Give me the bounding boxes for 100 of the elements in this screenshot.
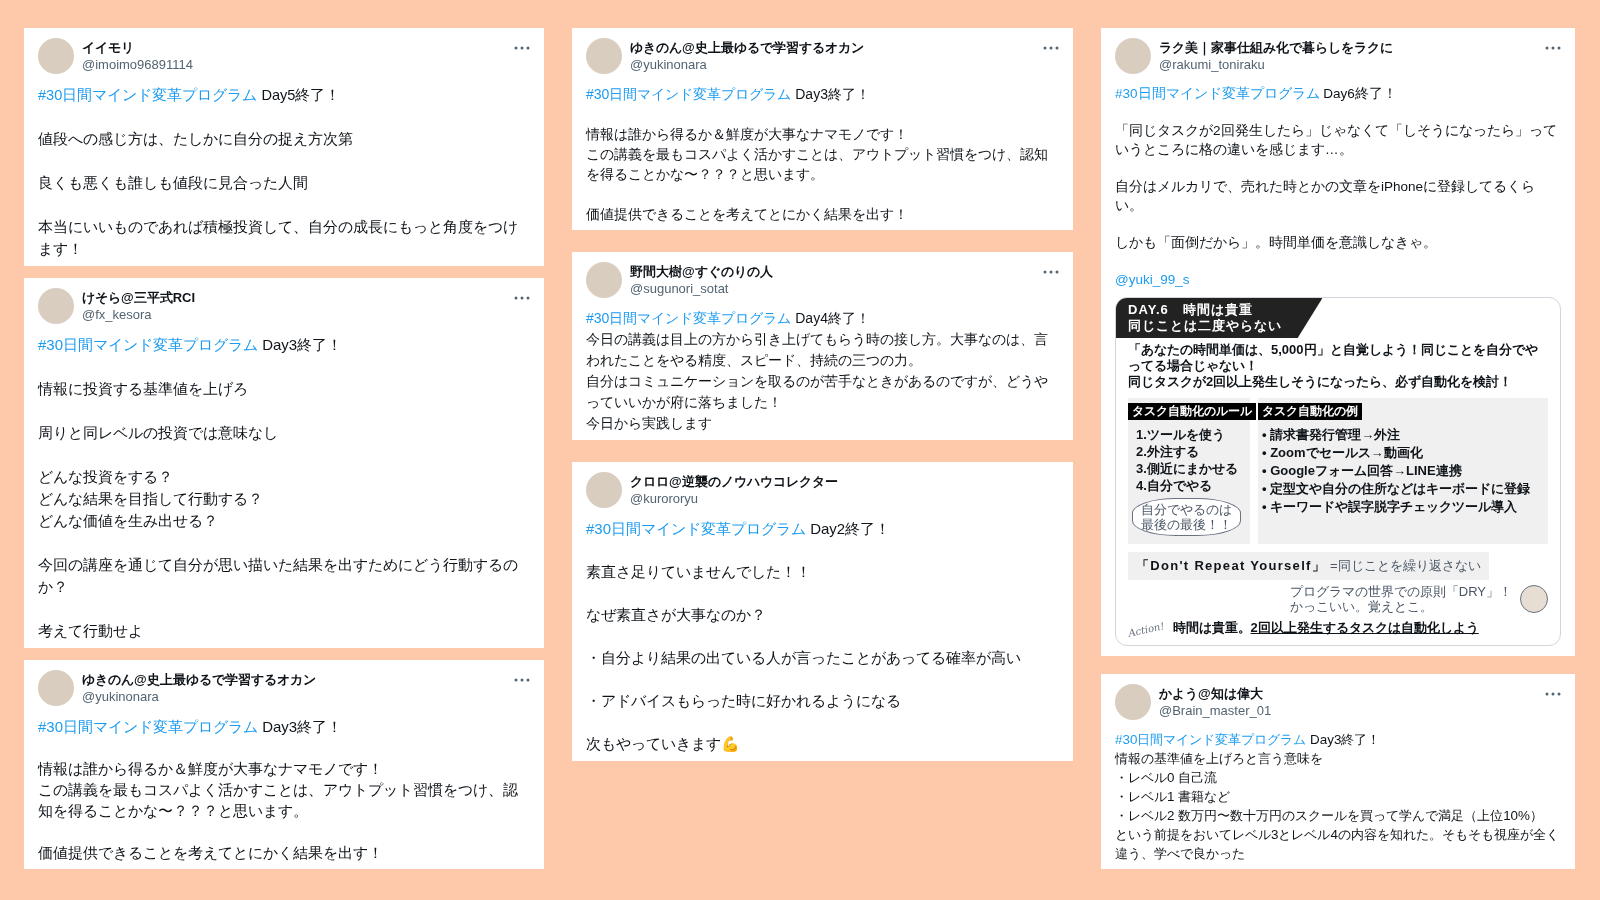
hashtag-link[interactable]: #30日間マインド変革プログラム [586, 520, 807, 537]
display-name: ラク美｜家事仕組み化で暮らしをラクに [1159, 39, 1394, 56]
more-icon[interactable] [1043, 270, 1059, 274]
side-note: かっこいい。覚えとこ。 [1289, 598, 1434, 614]
tweet-text: しかも「面倒だから」。時間単価を意識しなきゃ。 [1115, 234, 1438, 252]
more-icon[interactable] [514, 678, 530, 682]
example-item: • 定型文や自分の住所などはキーボードに登録 [1262, 480, 1531, 498]
tweet-text: ・レベル0 自己流 [1115, 769, 1219, 787]
tweet-text: 周りと同レベルの投資では意味なし [38, 423, 279, 443]
slide-text: 同じタスクが2回以上発生しそうになったら、必ず自動化を検討！ [1128, 374, 1514, 390]
avatar [38, 670, 74, 706]
tweet-text: #30日間マインド変革プログラム Day3終了！ [1115, 731, 1382, 749]
more-icon[interactable] [1545, 46, 1561, 50]
tweet-text: どんな価値を生み出せる？ [38, 511, 219, 531]
user-handle: @kurororyu [630, 490, 700, 507]
tweet-text: なぜ素直さが大事なのか？ [586, 605, 767, 625]
display-name: かよう@知は偉大 [1159, 685, 1264, 702]
tweet-text: 今回の講座を通じて自分が思い描いた結果を出すためにどう行動するのか？ [38, 555, 519, 597]
slide-title: 同じことは二度やらない [1128, 318, 1283, 334]
user-handle: @Brain_master_01 [1159, 702, 1273, 719]
tweet-text: この講義を最もコスパよく活かすことは、アウトプット習慣をつけ、認知を得ることかな〜？？？と思います。 [586, 145, 1049, 184]
bubble-text: 最後の最後！！ [1141, 517, 1232, 532]
tweet-text: 情報の基準値を上げろと言う意味を [1115, 750, 1324, 768]
tweet-text: 自分はコミュニケーションを取るのが苦手なときがあるのですが、どうやっていいかが府に落ちました！ [586, 372, 1049, 412]
tweet-text: 素直さ足りていませんでした！！ [586, 562, 812, 582]
user-handle: @rakumi_toniraku [1159, 56, 1266, 73]
avatar [1115, 684, 1151, 720]
tweet-text: #30日間マインド変革プログラム Day3終了！ [38, 335, 344, 355]
more-icon[interactable] [514, 46, 530, 50]
tweet-text: ・レベル2 数万円〜数十万円のスクールを買って学んで満足（上位10%） [1115, 807, 1544, 825]
tweet-text: 値段への感じ方は、たしかに自分の捉え方次第 [38, 130, 354, 149]
rule-item: 4.自分でやる [1136, 477, 1212, 494]
avatar [586, 262, 622, 298]
tweet-text: 今日から実践します [586, 414, 713, 433]
user-handle: @yukinonara [630, 56, 708, 73]
tweet-text: 考えて行動せよ [38, 621, 144, 641]
avatar [38, 38, 74, 74]
slide-title: DAY.6 時間は貴重 [1128, 302, 1255, 318]
hashtag-link[interactable]: #30日間マインド変革プログラム [38, 718, 259, 735]
tweet-text: という前提をおいてレベル3とレベル4の内容を知れた。そもそも視座が全く違う、学べで良かった [1115, 826, 1560, 863]
hashtag-link[interactable]: #30日間マインド変革プログラム [38, 87, 258, 103]
rule-item: 2.外注する [1136, 443, 1199, 460]
tweet-text: 今日の講義は目上の方から引き上げてもらう時の接し方。大事なのは、言われたことをやる精度、スピード、持続の三つの力。 [586, 330, 1049, 370]
avatar [1520, 584, 1548, 613]
display-name: クロロ@逆襲のノウハウコレクター [630, 473, 839, 490]
tweet-text: #30日間マインド変革プログラム Day6終了！ [1115, 85, 1398, 103]
user-handle: @yukinonara [82, 688, 160, 705]
mention-link[interactable]: @yuki_99_s [1115, 270, 1190, 289]
user-handle: @sugunori_sotat [630, 280, 730, 297]
side-note: プログラマの世界での原則「DRY」！ [1289, 583, 1512, 599]
tweet-text: この講義を最もコスパよく活かすことは、アウトプット習慣をつけ、認知を得ることかな〜？？？と思います。 [38, 780, 519, 821]
motto-text: 「Don't Repeat Yourself」 [1136, 557, 1326, 575]
avatar [586, 38, 622, 74]
user-handle: @imoimo96891114 [82, 56, 194, 73]
display-name: ゆきのん@史上最ゆるで学習するオカン [82, 671, 317, 688]
tweet-text: 良くも悪くも誰しも値段に見合った人間 [38, 174, 309, 193]
tweet-text: #30日間マインド変革プログラム Day3終了！ [38, 717, 344, 737]
display-name: ゆきのん@史上最ゆるで学習するオカン [630, 39, 865, 56]
rule-item: 3.側近にまかせる [1136, 460, 1238, 477]
avatar [1115, 38, 1151, 74]
handwritten-signature: Action! [1126, 619, 1166, 641]
tweet-text: 価値提供できることを考えてとにかく結果を出す！ [586, 205, 909, 224]
more-icon[interactable] [1545, 692, 1561, 696]
tweet-text: #30日間マインド変革プログラム Day3終了！ [586, 85, 871, 104]
user-handle: @fx_kesora [82, 306, 153, 323]
rules-heading: タスク自動化のルール [1128, 403, 1256, 420]
avatar [38, 288, 74, 324]
examples-heading: タスク自動化の例 [1258, 403, 1362, 420]
tweet-text: 「同じタスクが2回発生したら」じゃなくて「しそうになったら」っていうところに格の違いを感じます…。 [1115, 122, 1558, 159]
hashtag-link[interactable]: #30日間マインド変革プログラム [1115, 732, 1307, 747]
example-item: • Zoomでセールス→動画化 [1262, 444, 1423, 462]
tweet-text: どんな投資をする？ [38, 467, 174, 487]
tweet-text: 価値提供できることを考えてとにかく結果を出す！ [38, 843, 384, 863]
example-item: • 請求書発行管理→外注 [1262, 426, 1401, 444]
display-name: 野間大樹@すぐのりの人 [630, 263, 774, 280]
tweet-text: 情報に投資する基準値を上げろ [38, 379, 249, 399]
tweet-text: ・自分より結果の出ている人が言ったことがあってる確率が高い [586, 648, 1022, 668]
tweet-text: 情報は誰から得るか＆鮮度が大事なナマモノです！ [586, 125, 909, 144]
motto-note: =同じことを繰り返さない [1330, 557, 1481, 575]
bubble-text: 自分でやるのは [1141, 502, 1232, 517]
more-icon[interactable] [514, 296, 530, 300]
avatar [586, 472, 622, 508]
tweet-text: 本当にいいものであれば積極投資して、自分の成長にもっと角度をつけます！ [38, 218, 519, 259]
tweet-text: #30日間マインド変革プログラム Day2終了！ [586, 519, 892, 539]
tweet-text: #30日間マインド変革プログラム Day4終了！ [586, 309, 871, 328]
hashtag-link[interactable]: #30日間マインド変革プログラム [586, 310, 792, 326]
display-name: イイモリ [82, 39, 135, 56]
more-icon[interactable] [1043, 46, 1059, 50]
example-item: • キーワードや誤字脱字チェックツール導入 [1262, 498, 1518, 516]
tweet-text: どんな結果を目指して行動する？ [38, 489, 264, 509]
tweet-text: #30日間マインド変革プログラム Day5終了！ [38, 86, 342, 105]
hashtag-link[interactable]: #30日間マインド変革プログラム [1115, 86, 1320, 101]
tweet-text: ・レベル1 書籍など [1115, 788, 1232, 806]
slide-text: 「あなたの時間単価は、5,000円」と自覚しよう！同じことを自分でやってる場合じゃない！ [1128, 342, 1539, 374]
rule-item: 1.ツールを使う [1136, 426, 1225, 443]
hashtag-link[interactable]: #30日間マインド変革プログラム [38, 336, 259, 353]
tweet-text: 情報は誰から得るか＆鮮度が大事なナマモノです！ [38, 759, 384, 779]
hashtag-link[interactable]: #30日間マインド変革プログラム [586, 86, 792, 102]
display-name: けそら@三平式RCI [82, 289, 197, 306]
example-item: • Googleフォーム回答→LINE連携 [1262, 462, 1462, 480]
